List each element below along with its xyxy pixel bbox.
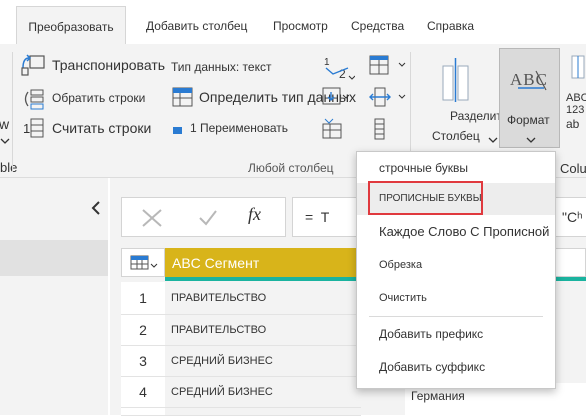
- row-number: 4: [121, 377, 165, 408]
- group-label-any-column: Любой столбец: [248, 161, 334, 175]
- tab-add-column[interactable]: Добавить столбец: [146, 0, 247, 44]
- cell-text: ПРАВИТЕЛЬСТВО: [171, 292, 267, 304]
- parse-icon-text: ABC: [566, 92, 586, 104]
- formula-text-right: "Cʰ: [562, 209, 583, 225]
- split-column-sub-label[interactable]: Столбец: [432, 129, 480, 143]
- convert-list-icon[interactable]: [373, 118, 387, 145]
- cell-text: СРЕДНИЙ БИЗНЕС: [171, 355, 273, 367]
- reverse-rows-icon: [22, 88, 46, 115]
- pivot-icon[interactable]: [322, 118, 344, 145]
- row-number: 2: [121, 315, 165, 346]
- format-dropdown-menu: строчные буквы ПРОПИСНЫЕ БУКВЫ Каждое Сл…: [356, 151, 556, 389]
- detect-type-icon: [172, 86, 194, 113]
- group-label-text-column: Colu: [560, 161, 586, 176]
- highlight-box: [368, 181, 483, 215]
- data-type-dropdown[interactable]: Тип данных: текст: [171, 60, 271, 74]
- commit-icon[interactable]: [198, 209, 218, 232]
- table-menu-button[interactable]: [121, 248, 165, 277]
- menu-item-lowercase[interactable]: строчные буквы: [357, 154, 555, 182]
- fx-icon: fx: [248, 204, 261, 224]
- table-cell[interactable]: СРЕДНИЙ БИЗНЕС: [165, 346, 361, 377]
- cell-text: Германия: [411, 389, 465, 403]
- reverse-rows-button[interactable]: Обратить строки: [52, 91, 145, 105]
- menu-item-trim[interactable]: Обрезка: [357, 251, 555, 279]
- table-icon: [130, 255, 158, 276]
- tab-transform[interactable]: Преобразовать: [16, 6, 126, 45]
- transpose-icon: [20, 54, 46, 81]
- menu-item-add-suffix[interactable]: Добавить суффикс: [357, 353, 555, 381]
- extract-icon[interactable]: [570, 54, 586, 85]
- tab-view[interactable]: Просмотр: [273, 0, 328, 44]
- rename-icon: [172, 123, 184, 141]
- split-column-icon: [440, 58, 472, 107]
- formula-buttons: fx: [121, 197, 286, 237]
- cancel-icon[interactable]: [141, 208, 163, 233]
- tab-help[interactable]: Справка: [427, 0, 474, 44]
- cell-text: ПРАВИТЕЛЬСТВО: [171, 324, 267, 336]
- cut-group-label: ble: [0, 160, 18, 175]
- formula-text: = T: [305, 209, 330, 225]
- menu-item-clean[interactable]: Очистить: [357, 284, 555, 312]
- table-cell[interactable]: СРЕДНИЙ БИЗНЕС: [165, 377, 361, 408]
- fill-down-icon[interactable]: [322, 86, 350, 115]
- parse-icon-sub: 123: [566, 104, 585, 116]
- rename-button[interactable]: 1 Переименовать: [190, 121, 288, 135]
- table-cell[interactable]: ПРАВИТЕЛЬСТВО: [165, 315, 361, 346]
- menu-item-add-prefix[interactable]: Добавить префикс: [357, 320, 555, 348]
- query-item-selected[interactable]: [0, 240, 108, 276]
- format-button[interactable]: ABC Формат: [499, 48, 560, 148]
- replace-values-icon[interactable]: [369, 54, 409, 83]
- svg-text:1: 1: [23, 121, 30, 136]
- formula-input-right[interactable]: "Cʰ: [553, 197, 586, 237]
- row-number: 3: [121, 346, 165, 377]
- column-quality-bar: [165, 277, 361, 281]
- chevron-down-icon: [0, 132, 10, 150]
- cell-text: СРЕДНИЙ БИЗНЕС: [171, 386, 273, 398]
- svg-text:1: 1: [324, 57, 330, 68]
- sort-icon[interactable]: 12: [321, 54, 356, 85]
- svg-text:ABC: ABC: [510, 70, 548, 89]
- table-cell[interactable]: ПРАВИТЕЛЬСТВО: [165, 282, 361, 315]
- ab-icon-text: ab: [566, 117, 580, 131]
- count-rows-icon: 1: [22, 117, 46, 144]
- row-number: 1: [121, 282, 165, 315]
- format-icon: ABC: [508, 65, 550, 95]
- ribbon-tab-bar: Преобразовать Добавить столбец Просмотр …: [0, 0, 586, 45]
- column-header-label: ABC Сегмент: [172, 255, 260, 271]
- move-icon[interactable]: [369, 86, 409, 115]
- tab-tools[interactable]: Средства: [351, 0, 404, 44]
- count-rows-button[interactable]: Считать строки: [52, 120, 151, 136]
- formula-input[interactable]: = T: [292, 197, 358, 237]
- transpose-button[interactable]: Транспонировать: [52, 57, 165, 73]
- cut-ribbon-item: w: [0, 116, 10, 132]
- format-label: Формат: [507, 113, 550, 127]
- menu-item-capitalize-each-word[interactable]: Каждое Слово С Прописной: [357, 218, 555, 246]
- chevron-down-icon: [526, 131, 536, 149]
- chevron-down-icon: [488, 131, 498, 149]
- menu-divider: [369, 316, 543, 317]
- divider: [12, 52, 13, 172]
- collapse-pane-icon[interactable]: [90, 200, 102, 221]
- column-header-segment[interactable]: ABC Сегмент: [165, 248, 361, 277]
